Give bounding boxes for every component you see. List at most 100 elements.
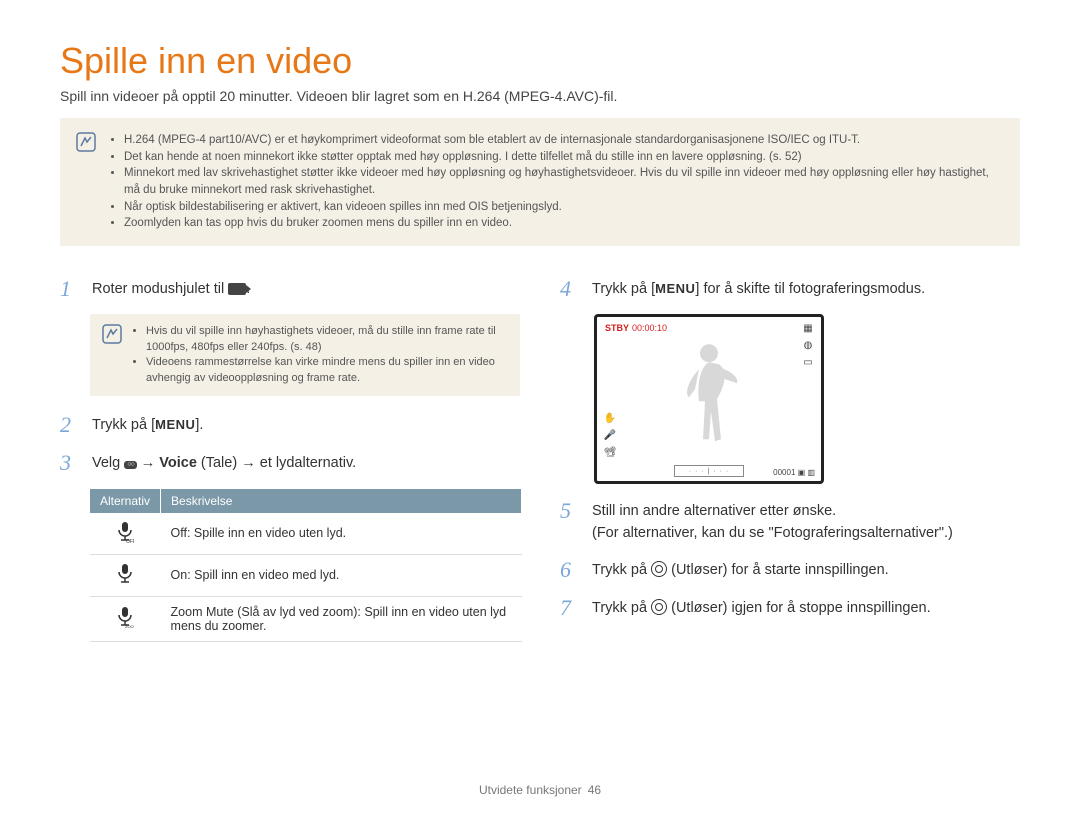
mic-on-icon: [90, 554, 161, 596]
mic-zoom-icon: ZOOM: [90, 596, 161, 641]
cam-right-icons: ▦ ◍ ▭: [801, 323, 815, 369]
top-note-list: H.264 (MPEG-4 part10/AVC) er et høykompr…: [108, 132, 1004, 232]
step-7-text-a: Trykk på: [592, 600, 651, 616]
footer-page: 46: [588, 783, 601, 797]
top-note-item: Minnekort med lav skrivehastighet støtte…: [124, 165, 1004, 198]
step-number: 6: [560, 557, 582, 583]
cam-icon: ◍: [801, 340, 815, 352]
step-number: 3: [60, 450, 82, 476]
menu-label: MENU: [655, 281, 695, 296]
step-text: Trykk på [MENU] for å skifte til fotogra…: [592, 276, 925, 302]
right-column: 4 Trykk på [MENU] for å skifte til fotog…: [560, 276, 1020, 642]
cam-memory-icon: ▣: [798, 468, 806, 477]
shutter-icon: [651, 561, 667, 577]
arrow: →: [137, 455, 160, 471]
cam-time: 00:00:10: [632, 323, 667, 333]
step-6-text-a: Trykk på: [592, 562, 651, 578]
opt-text: : Spill inn en video med lyd.: [187, 568, 339, 582]
step-2-text-a: Trykk på [: [92, 417, 155, 433]
table-cell: Zoom Mute (Slå av lyd ved zoom): Spill i…: [161, 596, 522, 641]
table-row: On: Spill inn en video med lyd.: [90, 554, 522, 596]
step-1-text-a: Roter modushjulet til: [92, 281, 228, 297]
table-cell: On: Spill inn en video med lyd.: [161, 554, 522, 596]
left-column: 1 Roter modushjulet til . Hvis du vil sp…: [60, 276, 520, 642]
arrow: →: [237, 455, 260, 471]
cam-left-icons: ✋ 🎤 📽: [603, 413, 617, 459]
cam-icon: ▦: [801, 323, 815, 335]
top-note-item: Når optisk bildestabilisering er aktiver…: [124, 199, 1004, 216]
step-4: 4 Trykk på [MENU] for å skifte til fotog…: [560, 276, 1020, 302]
step-1-note-box: Hvis du vil spille inn høyhastighets vid…: [90, 314, 520, 396]
cam-icon: 🎤: [603, 430, 617, 442]
table-cell: Off: Spille inn en video uten lyd.: [161, 513, 522, 555]
step-3-text-a: Velg: [92, 455, 124, 471]
cam-exposure-bar: · · · | · · ·: [674, 465, 744, 477]
step-3: 3 Velg → Voice (Tale) → et lydalternativ…: [60, 450, 520, 476]
note-icon: [76, 132, 96, 232]
step-5-text-b: (For alternativer, kan du se "Fotografer…: [592, 523, 953, 545]
svg-text:OFF: OFF: [126, 539, 134, 543]
cam-stby-label: STBY: [605, 323, 629, 333]
shutter-icon: [651, 599, 667, 615]
page-subtitle: Spill inn videoer på opptil 20 minutter.…: [60, 88, 1020, 104]
camera-display: STBY00:00:10 ▦ ◍ ▭ ✋ 🎤 📽 · · · |: [594, 314, 824, 484]
options-table: Alternativ Beskrivelse OFF Off: Spille i…: [90, 489, 522, 642]
top-note-item: Zoomlyden kan tas opp hvis du bruker zoo…: [124, 215, 1004, 232]
step-2: 2 Trykk på [MENU].: [60, 412, 520, 438]
page-title: Spille inn en video: [60, 40, 1020, 82]
cam-counter-value: 00001: [773, 468, 795, 477]
step-text: Trykk på (Utløser) for å starte innspill…: [592, 557, 889, 583]
page-footer: Utvidete funksjoner 46: [0, 783, 1080, 797]
step-number: 5: [560, 498, 582, 545]
opt-bold: On: [171, 568, 188, 582]
cam-figure: [669, 340, 749, 455]
top-note-box: H.264 (MPEG-4 part10/AVC) er et høykompr…: [60, 118, 1020, 246]
step-text: Trykk på (Utløser) igjen for å stoppe in…: [592, 595, 931, 621]
step-text: Still inn andre alternativer etter ønske…: [592, 498, 953, 545]
step-4-text-a: Trykk på [: [592, 281, 655, 297]
footer-section: Utvidete funksjoner: [479, 783, 582, 797]
menu-label: MENU: [155, 417, 195, 432]
table-header-beskrivelse: Beskrivelse: [161, 489, 522, 513]
cam-icon: ✋: [603, 413, 617, 425]
cam-counter: 00001 ▣ ▥: [773, 468, 815, 477]
table-row: OFF Off: Spille inn en video uten lyd.: [90, 513, 522, 555]
mic-off-icon: OFF: [90, 513, 161, 555]
svg-text:ZOOM: ZOOM: [125, 624, 134, 628]
step-7: 7 Trykk på (Utløser) igjen for å stoppe …: [560, 595, 1020, 621]
step-5-text-a: Still inn andre alternativer etter ønske…: [592, 501, 953, 523]
step-5: 5 Still inn andre alternativer etter øns…: [560, 498, 1020, 545]
step-4-text-b: ] for å skifte til fotograferingsmodus.: [695, 281, 925, 297]
top-note-item: Det kan hende at noen minnekort ikke stø…: [124, 149, 1004, 166]
opt-text: : Spille inn en video uten lyd.: [187, 526, 346, 540]
step-text: Roter modushjulet til .: [92, 276, 250, 302]
opt-bold: Off: [171, 526, 187, 540]
step-number: 7: [560, 595, 582, 621]
step-number: 4: [560, 276, 582, 302]
cam-stby: STBY00:00:10: [605, 323, 667, 333]
step-1: 1 Roter modushjulet til .: [60, 276, 520, 302]
step-6-text-b: (Utløser) for å starte innspillingen.: [667, 562, 889, 578]
step-number: 2: [60, 412, 82, 438]
cam-icon: 📽: [603, 447, 617, 459]
opt-bold: Zoom Mute: [171, 605, 234, 619]
table-header-alternativ: Alternativ: [90, 489, 161, 513]
step-text: Trykk på [MENU].: [92, 412, 203, 438]
voice-bold: Voice: [159, 455, 197, 471]
step-6: 6 Trykk på (Utløser) for å starte innspi…: [560, 557, 1020, 583]
step-number: 1: [60, 276, 82, 302]
cam-icon: ▭: [801, 357, 815, 369]
step-text: Velg → Voice (Tale) → et lydalternativ.: [92, 450, 356, 476]
note-icon: [102, 324, 122, 386]
voice-paren: (Tale): [197, 455, 237, 471]
table-row: ZOOM Zoom Mute (Slå av lyd ved zoom): Sp…: [90, 596, 522, 641]
step-3-text-b: et lydalternativ.: [260, 455, 356, 471]
step-7-text-b: (Utløser) igjen for å stoppe innspilling…: [667, 600, 931, 616]
step-1-note-item: Videoens rammestørrelse kan virke mindre…: [146, 355, 508, 386]
step-1-note-item: Hvis du vil spille inn høyhastighets vid…: [146, 324, 508, 355]
top-note-item: H.264 (MPEG-4 part10/AVC) er et høykompr…: [124, 132, 1004, 149]
step-2-text-b: ].: [195, 417, 203, 433]
cam-battery-icon: ▥: [807, 468, 815, 477]
video-mode-icon: [228, 283, 246, 295]
video-menu-icon: [124, 461, 136, 469]
